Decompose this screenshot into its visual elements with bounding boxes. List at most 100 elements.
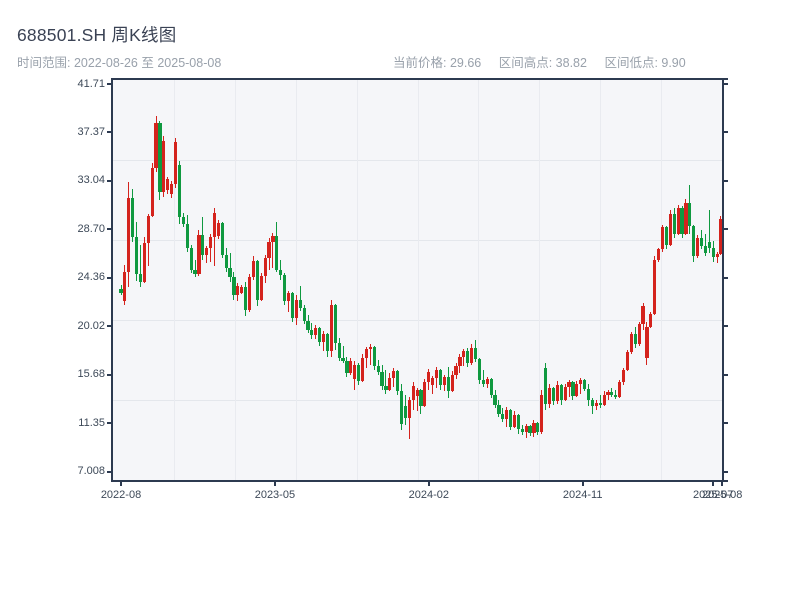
y-tick-label: 41.71 <box>77 77 105 90</box>
candle-body <box>321 334 326 343</box>
candle-body <box>197 234 201 275</box>
candle-body <box>497 404 501 414</box>
candle-body <box>524 425 528 432</box>
candle-body <box>298 299 302 308</box>
x-tick <box>721 482 724 486</box>
candle-body <box>551 387 556 402</box>
candle-body <box>590 400 594 406</box>
candle-body <box>368 346 372 349</box>
y-tick-label: 20.02 <box>77 319 105 332</box>
candle-body <box>154 123 158 168</box>
candle-body <box>657 249 661 260</box>
candle-body <box>177 164 182 218</box>
candle-body <box>123 271 127 301</box>
candle-body <box>142 242 146 282</box>
candle-body <box>364 348 369 358</box>
y-tick-label: 24.36 <box>77 271 105 284</box>
candle-body <box>668 213 672 245</box>
date-range-label: 时间范围: 2022-08-26 至 2025-08-08 <box>17 56 222 70</box>
candle-body <box>505 410 509 420</box>
y-tick-right <box>724 83 728 85</box>
x-tick <box>581 482 584 486</box>
candle-body <box>696 238 700 257</box>
x-tick <box>273 482 276 486</box>
candle-body <box>563 386 567 401</box>
candle-body <box>244 287 248 310</box>
candle-body <box>688 202 692 226</box>
candle-body <box>676 208 680 234</box>
candle-body <box>586 389 591 401</box>
candle-body <box>403 405 407 419</box>
candle-body <box>625 352 630 371</box>
candlestick-chart: 41.71 37.37 33.04 28.70 24.36 20.02 15.68 11.35… <box>77 78 742 502</box>
y-tick <box>107 228 111 231</box>
candle-body <box>286 293 291 301</box>
candle-body <box>633 334 637 345</box>
candle-body <box>427 372 431 383</box>
candle-body <box>419 390 423 406</box>
candle-body <box>485 379 489 384</box>
x-tick-label: 2023-05 <box>254 489 296 501</box>
candle-body <box>594 402 598 406</box>
candle-body <box>567 382 571 387</box>
x-tick-label: 2024-11 <box>562 489 603 501</box>
candle-body <box>555 384 559 402</box>
y-tick-right <box>724 422 728 425</box>
candle-body <box>134 237 139 275</box>
candle-body <box>181 217 185 224</box>
y-tick-label: 28.70 <box>77 222 105 235</box>
candle-body <box>501 413 505 420</box>
left-spine <box>111 78 113 482</box>
v-gridline <box>417 80 419 480</box>
y-tick-right <box>724 228 728 231</box>
candle-body <box>380 372 384 386</box>
candle-body <box>158 123 162 193</box>
y-tick <box>107 131 111 134</box>
candle-body <box>544 367 548 404</box>
candle-body <box>660 227 665 250</box>
candle-body <box>388 377 392 391</box>
y-tick <box>107 83 111 85</box>
candle-body <box>645 326 649 358</box>
candle-body <box>629 334 633 353</box>
candle-body <box>512 414 517 428</box>
candle-body <box>540 394 544 432</box>
y-tick <box>107 325 111 328</box>
candle-body <box>353 364 357 380</box>
candle-body <box>703 246 707 253</box>
top-spine <box>111 78 728 80</box>
candle-body <box>493 394 497 405</box>
candle-body <box>473 347 478 359</box>
candle-body <box>423 382 427 406</box>
y-tick-right <box>724 131 728 134</box>
candle-body <box>189 248 193 270</box>
candle-body <box>267 241 271 259</box>
candle-body <box>119 288 123 294</box>
y-tick <box>107 373 111 376</box>
app-window: { "header": { "title": "688501.SH 周K线图",… <box>0 0 800 600</box>
candle-body <box>680 208 684 234</box>
candle-body <box>470 347 474 364</box>
candle-body <box>392 371 396 378</box>
candle-body <box>255 260 259 300</box>
y-tick-label: 33.04 <box>77 174 105 187</box>
candle-body <box>606 392 610 395</box>
candle-body <box>614 394 618 397</box>
candle-body <box>571 382 575 396</box>
candle-body <box>559 384 563 401</box>
candle-body <box>575 383 579 396</box>
candle-body <box>162 141 166 193</box>
candle-body <box>547 387 552 404</box>
candle-body <box>442 376 446 385</box>
candle-body <box>166 179 170 191</box>
candle-body <box>150 167 154 216</box>
y-tick-right <box>724 325 728 328</box>
candle-body <box>466 351 470 364</box>
v-gridline <box>661 80 663 480</box>
candle-body <box>532 422 536 433</box>
candle-body <box>337 343 341 358</box>
candle-body <box>279 269 283 276</box>
candle-body <box>711 248 715 258</box>
candle-body <box>173 142 178 184</box>
candle-body <box>434 370 439 378</box>
